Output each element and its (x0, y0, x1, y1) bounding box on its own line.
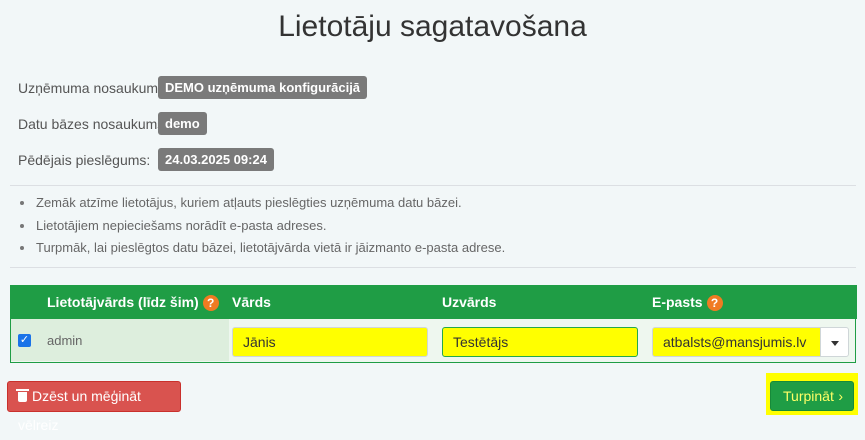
delete-button-label: Dzēst un mēģināt vēlreiz (18, 388, 141, 433)
last-login-label: Pēdējais pieslēgums: (18, 152, 151, 168)
trash-icon (16, 389, 29, 402)
email-header-label: E-pasts (652, 294, 703, 310)
email-dropdown-button[interactable] (820, 327, 849, 357)
username-column-header: Lietotājvārds (līdz šim)? (47, 294, 219, 312)
username-cell (11, 319, 229, 361)
checkbox-checked-icon[interactable]: ✓ (18, 334, 31, 347)
divider-top (10, 185, 856, 186)
caret-down-icon (831, 341, 839, 346)
email-input[interactable] (652, 327, 821, 357)
last-name-input[interactable] (442, 327, 638, 357)
divider-bottom (10, 267, 856, 268)
database-name-badge: demo (158, 112, 207, 135)
users-table: Lietotājvārds (līdz šim)? Vārds Uzvārds … (10, 285, 857, 363)
instruction-item: Lietotājiem nepieciešams norādīt e-pasta… (20, 217, 505, 240)
email-column-header: E-pasts? (652, 294, 723, 312)
username-value: admin (47, 333, 83, 348)
username-header-label: Lietotājvārds (līdz šim) (47, 294, 199, 310)
continue-button-label: Turpināt (783, 388, 834, 404)
last-login-badge: 24.03.2025 09:24 (158, 148, 274, 171)
delete-and-retry-button[interactable]: Dzēst un mēģināt vēlreiz (7, 381, 181, 433)
question-circle-icon[interactable]: ? (202, 295, 219, 312)
first-name-column-header: Vārds (232, 294, 271, 310)
users-table-header: Lietotājvārds (līdz šim)? Vārds Uzvārds … (11, 285, 857, 319)
table-row: ✓ admin (11, 319, 855, 361)
last-name-column-header: Uzvārds (442, 294, 497, 310)
continue-button[interactable]: Turpināt › (770, 381, 854, 411)
page-title: Lietotāju sagatavošana (278, 10, 587, 43)
instruction-item: Zemāk atzīme lietotājus, kuriem atļauts … (20, 194, 505, 217)
company-name-badge: DEMO uzņēmuma konfigurācijā (158, 76, 368, 99)
company-name-label: Uzņēmuma nosaukums: (18, 80, 169, 96)
instruction-item: Turpmāk, lai pieslēgtos datu bāzei, liet… (20, 239, 505, 262)
continue-highlight: Turpināt › (766, 373, 858, 415)
database-name-label: Datu bāzes nosaukums: (18, 116, 169, 132)
instructions-list: Zemāk atzīme lietotājus, kuriem atļauts … (0, 194, 505, 262)
first-name-input[interactable] (232, 327, 428, 357)
chevron-right-icon: › (838, 388, 843, 404)
question-circle-icon[interactable]: ? (706, 295, 723, 312)
